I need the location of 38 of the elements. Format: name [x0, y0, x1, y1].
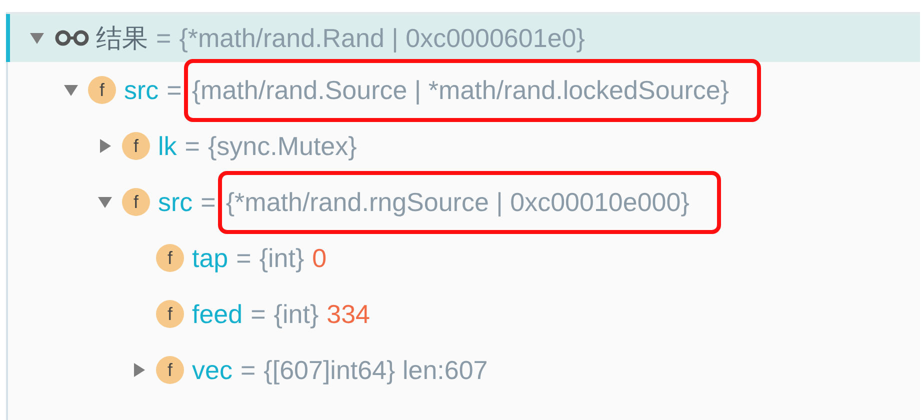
- field-value: 334: [326, 298, 370, 330]
- equals-sign: =: [166, 74, 182, 106]
- equals-sign: =: [240, 354, 256, 386]
- equals-sign: =: [200, 186, 216, 218]
- value-type: {int}: [274, 298, 319, 330]
- field-value: 0: [312, 242, 327, 274]
- equals-sign: =: [236, 242, 252, 274]
- field-badge: f: [156, 356, 184, 384]
- field-name: src: [158, 186, 193, 218]
- tree-row[interactable]: f vec = {[607]int64} len:607: [6, 342, 920, 398]
- field-badge: f: [88, 76, 116, 104]
- highlighted-value: {math/rand.Source | *math/rand.lockedSource}: [184, 58, 762, 122]
- tree-row[interactable]: 结果 = {*math/rand.Rand | 0xc0000601e0}: [6, 14, 920, 62]
- collapse-arrow-icon[interactable]: [63, 82, 79, 98]
- tree-row[interactable]: f feed = {int} 334: [6, 286, 920, 342]
- value-type: {int}: [259, 242, 304, 274]
- glasses-icon: [54, 29, 90, 47]
- collapse-arrow-icon[interactable]: [97, 194, 113, 210]
- field-name: feed: [192, 298, 243, 330]
- equals-sign: =: [250, 298, 266, 330]
- highlighted-value: {*math/rand.rngSource | 0xc00010e000}: [218, 170, 722, 234]
- expand-arrow-icon[interactable]: [131, 362, 147, 378]
- watch-name: 结果: [96, 22, 148, 54]
- expand-arrow-icon[interactable]: [97, 138, 113, 154]
- equals-sign: =: [156, 22, 172, 54]
- field-name: lk: [158, 130, 177, 162]
- field-name: tap: [192, 242, 228, 274]
- field-badge: f: [156, 244, 184, 272]
- value-type: {*math/rand.Rand | 0xc0000601e0}: [179, 22, 585, 54]
- field-name: src: [124, 74, 159, 106]
- field-badge: f: [156, 300, 184, 328]
- equals-sign: =: [184, 130, 200, 162]
- value-type: {sync.Mutex}: [208, 130, 357, 162]
- value-type: {[607]int64} len:607: [264, 354, 488, 386]
- field-badge: f: [122, 188, 150, 216]
- field-badge: f: [122, 132, 150, 160]
- collapse-arrow-icon[interactable]: [29, 30, 45, 46]
- field-name: vec: [192, 354, 232, 386]
